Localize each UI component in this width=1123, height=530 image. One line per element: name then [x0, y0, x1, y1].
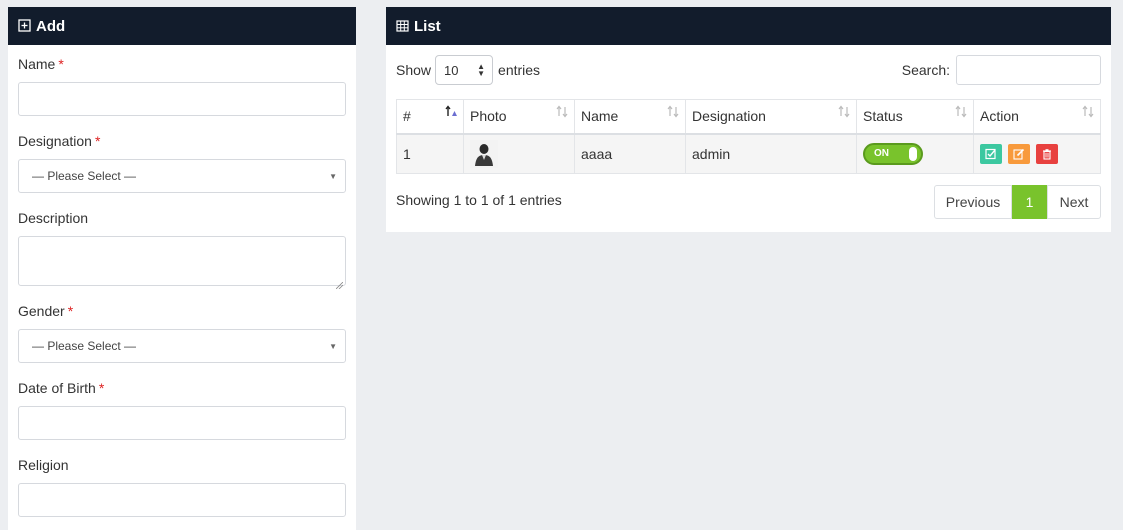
required-mark: * — [58, 56, 64, 72]
edit-icon — [1013, 148, 1024, 160]
user-avatar-icon[interactable] — [470, 139, 498, 168]
caret-down-icon: ▼ — [329, 342, 337, 351]
table-header-row: # Photo Name Designation Status Action — [396, 99, 1101, 135]
status-toggle[interactable]: ON — [863, 142, 923, 165]
sort-icon — [556, 105, 568, 119]
cell-name: aaaa — [574, 133, 686, 174]
column-header-num[interactable]: # — [396, 99, 464, 135]
show-label: Show — [396, 62, 432, 78]
required-mark: * — [94, 133, 101, 149]
designation-select[interactable]: — Please Select — ▼ — [18, 159, 346, 193]
table-info: Showing 1 to 1 of 1 entries — [396, 192, 562, 208]
list-panel: List Show 10 ▲▼ entries Search: # Photo — [386, 7, 1111, 232]
name-input[interactable] — [18, 82, 346, 116]
table-icon — [396, 19, 410, 33]
pagination: Previous 1 Next — [934, 185, 1101, 219]
previous-page-button[interactable]: Previous — [934, 185, 1012, 219]
list-panel-header: List — [386, 7, 1111, 45]
gender-select[interactable]: — Please Select — ▼ — [18, 329, 346, 363]
check-square-icon — [985, 148, 996, 159]
page-1-button[interactable]: 1 — [1012, 185, 1047, 219]
search-label: Search: — [901, 62, 950, 78]
designation-select-value: — Please Select — — [32, 169, 137, 183]
entries-select-value: 10 — [444, 62, 459, 78]
dob-input[interactable] — [18, 406, 346, 440]
cell-status: ON — [856, 133, 974, 174]
add-panel: Add Name * Designation * — Please Select —… — [8, 7, 356, 530]
trash-icon — [1042, 148, 1051, 160]
description-label: Description — [18, 210, 89, 226]
column-header-status[interactable]: Status — [856, 99, 974, 135]
edit-button[interactable] — [1007, 143, 1030, 164]
name-label: Name * — [18, 56, 64, 72]
sort-icon — [1082, 105, 1094, 119]
gender-select-value: — Please Select — — [32, 339, 137, 353]
delete-button[interactable] — [1035, 143, 1058, 164]
description-textarea[interactable] — [18, 236, 346, 290]
sort-asc-icon — [445, 105, 457, 119]
cell-num: 1 — [396, 133, 464, 174]
search-input[interactable] — [956, 55, 1101, 85]
data-table: # Photo Name Designation Status Action 1… — [396, 99, 1101, 174]
column-header-name[interactable]: Name — [574, 99, 686, 135]
cell-photo — [463, 133, 575, 174]
resize-handle-icon[interactable] — [335, 276, 344, 290]
table-row: 1 aaaa admin ON — [396, 133, 1101, 174]
column-header-photo[interactable]: Photo — [463, 99, 575, 135]
cell-designation: admin — [685, 133, 857, 174]
add-panel-title: Add — [36, 17, 66, 35]
next-page-button[interactable]: Next — [1047, 185, 1101, 219]
plus-square-icon — [18, 19, 32, 33]
required-mark: * — [98, 380, 105, 396]
select-spinner-icon: ▲ ▼ — [477, 62, 486, 78]
caret-down-icon: ▼ — [329, 172, 337, 181]
search-control: Search: — [902, 55, 1101, 85]
toggle-knob — [909, 146, 917, 161]
religion-label: Religion — [18, 457, 69, 473]
status-toggle-label: ON — [874, 148, 889, 160]
column-header-action[interactable]: Action — [973, 99, 1101, 135]
religion-input[interactable] — [18, 483, 346, 517]
sort-icon — [955, 105, 967, 119]
entries-select[interactable]: 10 ▲ ▼ — [435, 55, 494, 85]
designation-label: Designation * — [18, 133, 101, 149]
column-header-designation[interactable]: Designation — [685, 99, 857, 135]
entries-length-control: Show 10 ▲ ▼ entries — [396, 55, 540, 85]
view-button[interactable] — [980, 143, 1002, 164]
add-panel-header: Add — [8, 7, 356, 45]
list-panel-title: List — [414, 17, 441, 35]
entries-label: entries — [498, 62, 541, 78]
sort-icon — [838, 105, 850, 119]
dob-label: Date of Birth * — [18, 380, 105, 396]
gender-label: Gender * — [18, 303, 74, 319]
sort-icon — [667, 105, 679, 119]
cell-action — [973, 133, 1101, 174]
required-mark: * — [67, 303, 74, 319]
